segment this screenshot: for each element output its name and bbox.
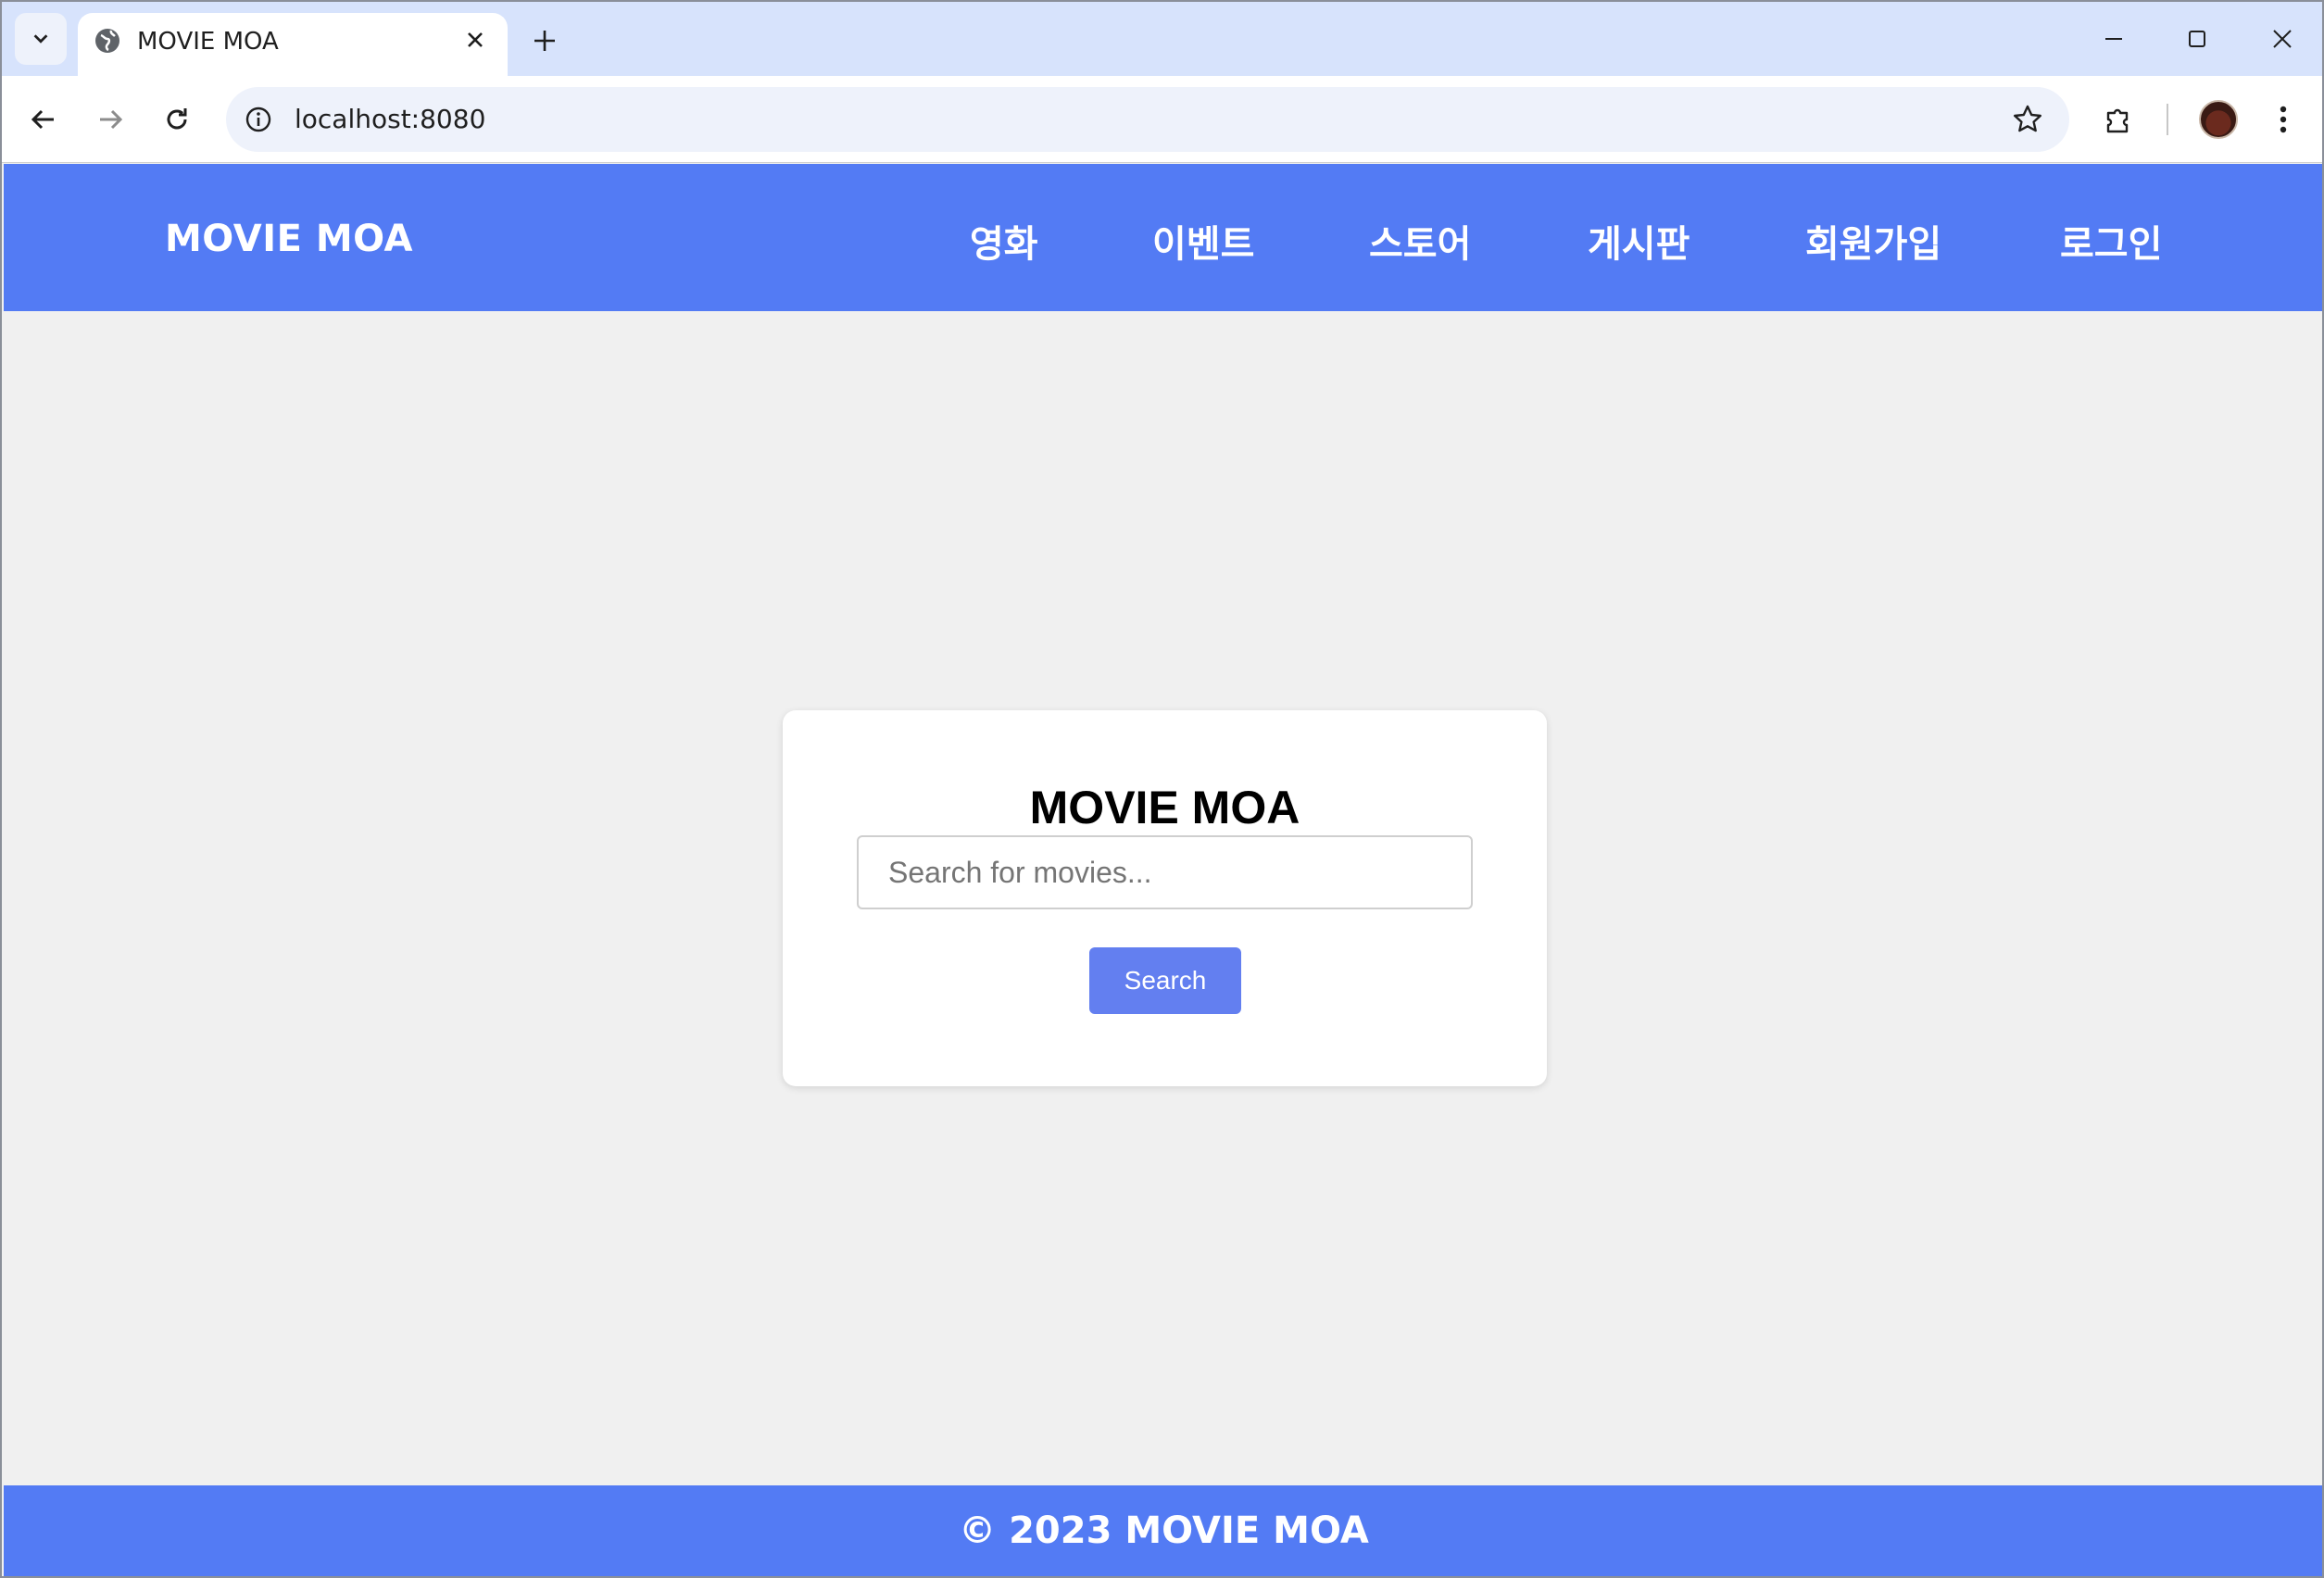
minimize-icon xyxy=(2105,38,2122,40)
search-card-title: MOVIE MOA xyxy=(1029,782,1300,833)
site-footer: © 2023 MOVIE MOA xyxy=(4,1485,2322,1576)
close-icon xyxy=(2273,30,2292,48)
search-card: MOVIE MOA Search xyxy=(783,710,1547,1086)
browser-tab[interactable]: MOVIE MOA xyxy=(78,13,508,76)
bookmark-star-icon[interactable] xyxy=(2012,104,2043,135)
reload-icon xyxy=(167,108,187,130)
tab-close-button[interactable] xyxy=(461,26,489,54)
tab-search-button[interactable] xyxy=(15,13,67,65)
address-bar[interactable]: localhost:8080 xyxy=(226,87,2069,152)
nav-item-login[interactable]: 로그인 xyxy=(2060,214,2162,268)
url-text[interactable]: localhost:8080 xyxy=(295,104,485,134)
nav-item-signup[interactable]: 회원가입 xyxy=(1805,214,1941,268)
back-button[interactable] xyxy=(22,98,65,141)
forward-button[interactable] xyxy=(89,98,132,141)
web-page: MOVIE MOA 영화 이벤트 스토어 게시판 회원가입 로그인 MOVIE … xyxy=(4,164,2322,1576)
extensions-button[interactable] xyxy=(2097,98,2140,141)
arrow-left-icon xyxy=(31,109,54,130)
globe-icon xyxy=(95,29,119,53)
maximize-icon xyxy=(2189,31,2205,47)
new-tab-button[interactable] xyxy=(526,22,563,59)
tab-title: MOVIE MOA xyxy=(137,28,279,56)
nav-item-board[interactable]: 게시판 xyxy=(1588,214,1690,268)
search-button[interactable]: Search xyxy=(1089,947,1241,1014)
browser-menu-button[interactable] xyxy=(2262,98,2305,141)
tab-strip: MOVIE MOA xyxy=(2,2,2322,76)
profile-avatar[interactable] xyxy=(2199,100,2238,139)
close-window-button[interactable] xyxy=(2260,19,2305,59)
chevron-down-icon xyxy=(33,34,48,44)
nav-item-store[interactable]: 스토어 xyxy=(1369,214,1471,268)
maximize-button[interactable] xyxy=(2175,19,2219,59)
minimize-button[interactable] xyxy=(2092,19,2136,59)
nav-item-movies[interactable]: 영화 xyxy=(970,214,1038,268)
nav-item-events[interactable]: 이벤트 xyxy=(1152,214,1254,268)
more-vert-icon xyxy=(2280,106,2287,133)
close-icon xyxy=(468,32,483,47)
puzzle-icon xyxy=(2106,108,2129,133)
browser-toolbar: localhost:8080 xyxy=(2,76,2322,163)
info-icon[interactable] xyxy=(243,104,274,135)
toolbar-divider xyxy=(2167,104,2168,135)
browser-window: MOVIE MOA localhost:8080 MOVIE MOA 영화 이벤… xyxy=(0,0,2324,1578)
site-header: MOVIE MOA 영화 이벤트 스토어 게시판 회원가입 로그인 xyxy=(4,164,2322,311)
arrow-right-icon xyxy=(100,109,123,130)
movie-search-input[interactable] xyxy=(857,835,1473,909)
footer-copyright: © 2023 MOVIE MOA xyxy=(959,1509,1369,1552)
reload-button[interactable] xyxy=(156,98,198,141)
plus-icon xyxy=(534,31,555,51)
site-logo-link[interactable]: MOVIE MOA xyxy=(165,218,413,260)
